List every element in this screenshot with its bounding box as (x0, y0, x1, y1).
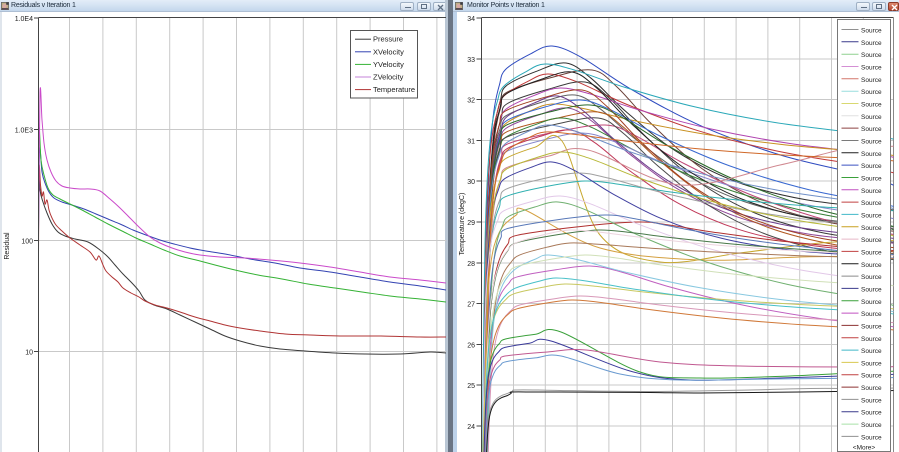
svg-text:29: 29 (467, 220, 475, 227)
svg-text:Source: Source (861, 410, 882, 417)
svg-text:32: 32 (467, 98, 475, 105)
svg-text:1.0E3: 1.0E3 (15, 128, 33, 135)
svg-text:Temperature (degC): Temperature (degC) (459, 193, 466, 256)
svg-text:Source: Source (861, 28, 882, 35)
svg-text:Pressure: Pressure (373, 35, 403, 44)
svg-text:Source: Source (861, 114, 882, 121)
svg-text:ZVelocity: ZVelocity (373, 73, 404, 82)
svg-text:Source: Source (861, 163, 882, 170)
svg-text:27: 27 (467, 302, 475, 309)
svg-text:Source: Source (861, 434, 882, 441)
svg-text:30: 30 (467, 179, 475, 186)
svg-text:31: 31 (467, 139, 475, 146)
svg-text:24: 24 (467, 424, 475, 431)
svg-text:Source: Source (861, 77, 882, 84)
svg-text:Source: Source (861, 176, 882, 183)
svg-text:Source: Source (861, 360, 882, 367)
svg-text:Source: Source (861, 52, 882, 59)
svg-text:Source: Source (861, 385, 882, 392)
svg-text:Source: Source (861, 274, 882, 281)
svg-text:1.0E4: 1.0E4 (15, 16, 33, 23)
svg-text:Source: Source (861, 397, 882, 404)
svg-text:Source: Source (861, 323, 882, 330)
svg-text:Source: Source (861, 225, 882, 232)
svg-text:Source: Source (861, 65, 882, 72)
svg-text:Source: Source (861, 311, 882, 318)
svg-text:Source: Source (861, 286, 882, 293)
svg-text:Source: Source (861, 126, 882, 133)
svg-text:<More>: <More> (853, 445, 876, 452)
svg-text:Source: Source (861, 262, 882, 269)
svg-text:Source: Source (861, 151, 882, 158)
svg-text:25: 25 (467, 383, 475, 390)
svg-text:Source: Source (861, 249, 882, 256)
svg-text:Source: Source (861, 237, 882, 244)
svg-text:Source: Source (861, 212, 882, 219)
svg-text:Source: Source (861, 40, 882, 47)
svg-text:YVelocity: YVelocity (373, 60, 404, 69)
svg-text:Source: Source (861, 373, 882, 380)
svg-text:26: 26 (467, 343, 475, 350)
svg-text:Source: Source (861, 188, 882, 195)
svg-text:Temperature: Temperature (373, 85, 415, 94)
svg-text:Residual: Residual (4, 232, 11, 260)
svg-text:34: 34 (467, 16, 475, 23)
svg-text:28: 28 (467, 261, 475, 268)
svg-text:33: 33 (467, 57, 475, 64)
svg-text:Source: Source (861, 102, 882, 109)
svg-text:Source: Source (861, 89, 882, 96)
svg-text:Source: Source (861, 200, 882, 207)
svg-text:XVelocity: XVelocity (373, 47, 404, 56)
svg-text:10: 10 (25, 350, 33, 357)
svg-text:Source: Source (861, 348, 882, 355)
svg-text:100: 100 (21, 239, 33, 246)
svg-text:Source: Source (861, 139, 882, 146)
svg-text:Source: Source (861, 336, 882, 343)
svg-text:Source: Source (861, 422, 882, 429)
svg-text:Source: Source (861, 299, 882, 306)
